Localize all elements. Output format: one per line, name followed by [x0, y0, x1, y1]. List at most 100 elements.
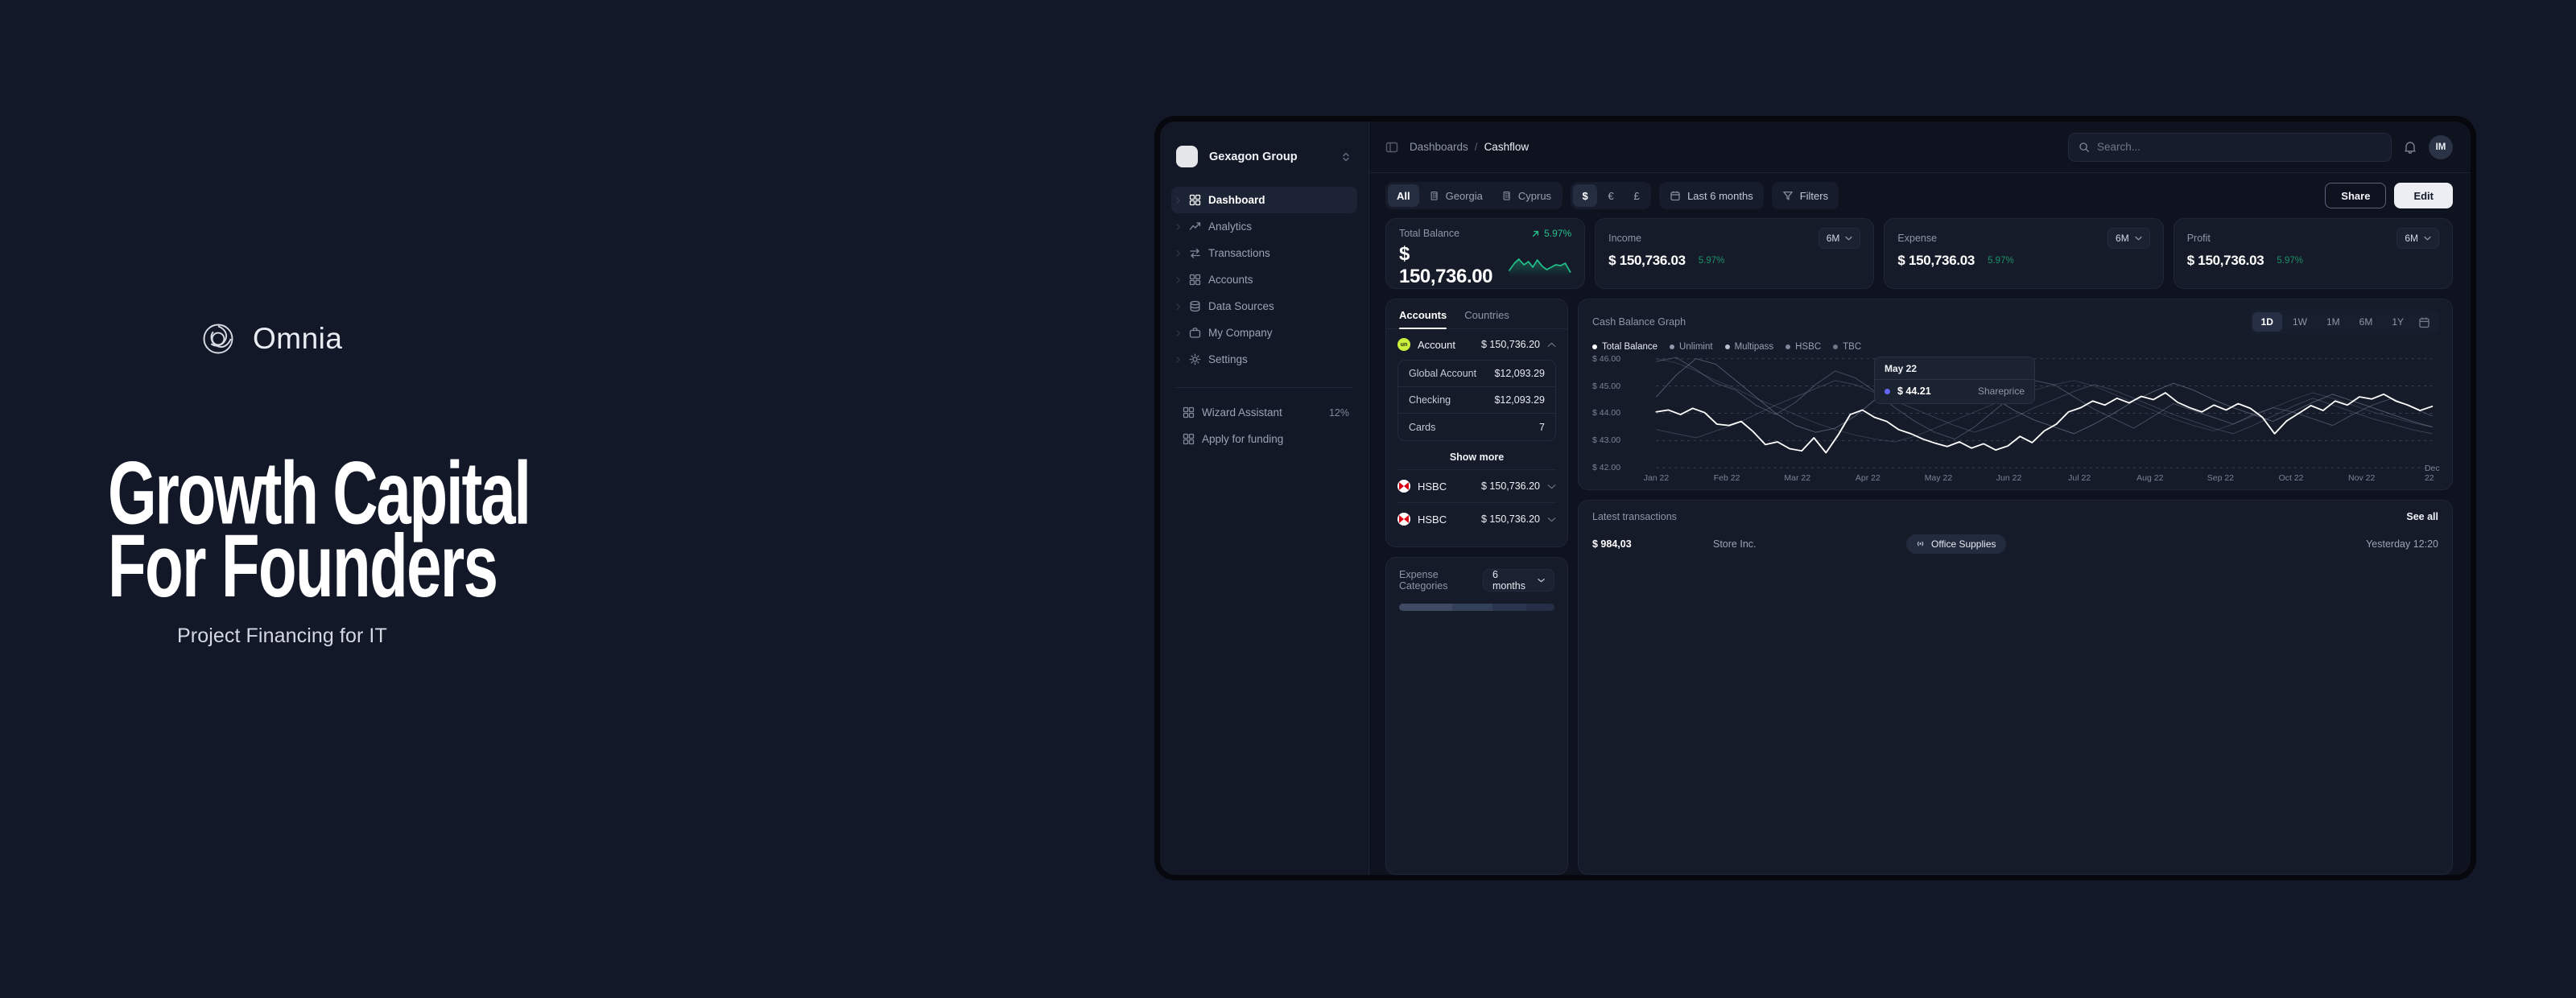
sidebar-item-analytics[interactable]: Analytics	[1171, 213, 1357, 240]
chart-range-1d[interactable]: 1D	[2252, 312, 2282, 332]
sidebar-item-data-sources[interactable]: Data Sources	[1171, 293, 1357, 320]
accounts-tab-accounts[interactable]: Accounts	[1399, 309, 1447, 329]
panel-toggle-icon[interactable]	[1385, 141, 1398, 154]
chart-x-tick-label: Dec 22	[2424, 464, 2440, 483]
account-sub-row[interactable]: Global Account $12,093.29	[1398, 361, 1555, 387]
kpi-total-valrow: $ 150,736.00	[1399, 243, 1571, 288]
sidebar-item-dashboard[interactable]: Dashboard	[1171, 187, 1357, 213]
transaction-row[interactable]: $ 984,03 Store Inc. Office Supplies Yesterd…	[1592, 528, 2438, 560]
kpi-expense-value: $ 150,736.03	[1897, 253, 1975, 268]
show-more-button[interactable]: Show more	[1386, 441, 1567, 469]
location-filter-georgia[interactable]: Georgia	[1421, 184, 1492, 207]
chevron-right-icon	[1176, 303, 1180, 310]
chevron-down-icon[interactable]	[1547, 484, 1556, 489]
chart-x-tick-label: Mar 22	[1784, 473, 1811, 483]
kpi-card-total-balance[interactable]: Total Balance 5.97% $ 150,736.00	[1385, 218, 1586, 289]
chart-legend-item: Unlimint	[1670, 342, 1713, 352]
kpi-profit-period[interactable]: 6M	[2396, 228, 2440, 249]
bell-icon[interactable]	[2403, 140, 2417, 155]
broadcast-icon	[1917, 541, 1924, 546]
expense-period-label: 6 months	[1492, 569, 1525, 592]
org-switcher[interactable]: Gexagon Group	[1171, 141, 1357, 172]
kpi-card-expense[interactable]: Expense 6M $ 150,736.03 5.97%	[1884, 218, 2164, 289]
chart-title: Cash Balance Graph	[1592, 316, 1686, 328]
org-avatar	[1176, 146, 1198, 167]
avatar[interactable]: IM	[2429, 134, 2453, 159]
chart-legend-item: TBC	[1833, 342, 1861, 352]
kpi-expense-valrow: $ 150,736.03 5.97%	[1897, 253, 2149, 269]
chart-legend-label: Unlimint	[1679, 342, 1713, 352]
filters-button[interactable]: Filters	[1771, 182, 1839, 209]
edit-button[interactable]: Edit	[2394, 183, 2453, 208]
latest-transactions-card: Latest transactions See all $ 984,03 Stor…	[1578, 500, 2453, 875]
sidebar-item-transactions[interactable]: Transactions	[1171, 240, 1357, 266]
sidebar-item-wizard-assistant[interactable]: Wizard Assistant 12%	[1171, 399, 1357, 426]
chevron-down-icon	[2135, 236, 2142, 241]
chart-x-tick-label: Nov 22	[2348, 473, 2376, 483]
sidebar-item-my-company[interactable]: My Company	[1171, 320, 1357, 346]
expense-period-selector[interactable]: 6 months	[1482, 569, 1554, 592]
breadcrumb-cashflow[interactable]: Cashflow	[1484, 141, 1530, 153]
expense-category-segment[interactable]	[1526, 604, 1554, 611]
kpi-expense-period-label: 6M	[2116, 233, 2129, 244]
chart-x-tick-label: Jan 22	[1643, 473, 1670, 483]
chevron-up-icon[interactable]	[1547, 342, 1556, 348]
currency-filter-eur[interactable]: €	[1599, 184, 1623, 207]
account-sub-row[interactable]: Cards 7	[1398, 414, 1555, 440]
chart-range-1y[interactable]: 1Y	[2383, 312, 2413, 332]
sidebar-item-settings[interactable]: Settings	[1171, 346, 1357, 373]
location-filter-cyprus[interactable]: Cyprus	[1493, 184, 1560, 207]
kpi-expense-period[interactable]: 6M	[2107, 228, 2150, 249]
brand-logo-text: Omnia	[253, 322, 343, 355]
share-button[interactable]: Share	[2325, 183, 2387, 208]
currency-filter-usd[interactable]: $	[1573, 184, 1598, 207]
chevron-down-icon[interactable]	[1547, 517, 1556, 522]
see-all-button[interactable]: See all	[2406, 511, 2438, 522]
location-filter-all[interactable]: All	[1388, 184, 1419, 207]
expense-categories-card: Expense Categories 6 months	[1385, 557, 1568, 875]
filters-label: Filters	[1799, 189, 1829, 202]
chart-range-1w[interactable]: 1W	[2284, 312, 2316, 332]
sidebar-item-accounts[interactable]: Accounts	[1171, 266, 1357, 293]
chart-legend: Total Balance Unlimint Multipass HSBC TBC	[1592, 342, 2438, 352]
chevron-down-icon	[2424, 236, 2431, 241]
expense-category-segment[interactable]	[1492, 604, 1527, 611]
account-sub-list: Global Account $12,093.29 Checking $12,093.…	[1397, 360, 1556, 441]
account-sub-row[interactable]: Checking $12,093.29	[1398, 387, 1555, 414]
sidebar-item-apply-for-funding[interactable]: Apply for funding	[1171, 426, 1357, 452]
date-range-selector[interactable]: Last 6 months	[1659, 182, 1764, 209]
kpi-income-value: $ 150,736.03	[1608, 253, 1686, 268]
currency-filter-gbp[interactable]: £	[1624, 184, 1649, 207]
kpi-profit-valrow: $ 150,736.03 5.97%	[2187, 253, 2439, 269]
legend-dot-icon	[1592, 344, 1597, 349]
building-icon	[1430, 191, 1438, 200]
breadcrumb-dashboards[interactable]: Dashboards	[1410, 141, 1468, 153]
kpi-expense-delta: 5.97%	[1984, 256, 2014, 266]
chevron-right-icon	[1176, 356, 1180, 363]
chart-range-1m[interactable]: 1M	[2318, 312, 2349, 332]
topbar: Dashboards / Cashflow IM	[1369, 122, 2471, 173]
chart-x-tick-label: Sep 22	[2207, 473, 2235, 483]
kpi-row: Total Balance 5.97% $ 150,736.00 Income …	[1385, 218, 2454, 289]
sidebar-item-label: Data Sources	[1208, 300, 1274, 312]
grid-icon	[1183, 406, 1195, 419]
chart-legend-item: Multipass	[1724, 342, 1773, 352]
filterbar: All Georgia Cyprus $ € £ Last 6 months Filte…	[1369, 173, 2471, 218]
account-row-primary[interactable]: un Account $ 150,736.20	[1386, 329, 1567, 360]
sidebar-item-label: Settings	[1208, 353, 1248, 365]
kpi-card-profit[interactable]: Profit 6M $ 150,736.03 5.97%	[2173, 218, 2454, 289]
expense-category-segment[interactable]	[1399, 604, 1452, 611]
expense-category-segment[interactable]	[1451, 604, 1492, 611]
legend-dot-icon	[1785, 344, 1791, 349]
accounts-tab-countries[interactable]: Countries	[1464, 309, 1509, 328]
bank-row[interactable]: HSBC $ 150,736.20	[1386, 503, 1567, 535]
database-icon	[1190, 300, 1200, 312]
kpi-card-income[interactable]: Income 6M $ 150,736.03 5.97%	[1595, 218, 1875, 289]
chart-range-6m[interactable]: 6M	[2351, 312, 2382, 332]
search-input[interactable]	[2097, 141, 2381, 153]
search-box[interactable]	[2068, 132, 2392, 162]
bank-row[interactable]: HSBC $ 150,736.20	[1386, 470, 1567, 502]
calendar-icon[interactable]	[2418, 316, 2430, 328]
hsbc-logo-icon	[1397, 513, 1410, 526]
kpi-income-period[interactable]: 6M	[1818, 228, 1861, 249]
